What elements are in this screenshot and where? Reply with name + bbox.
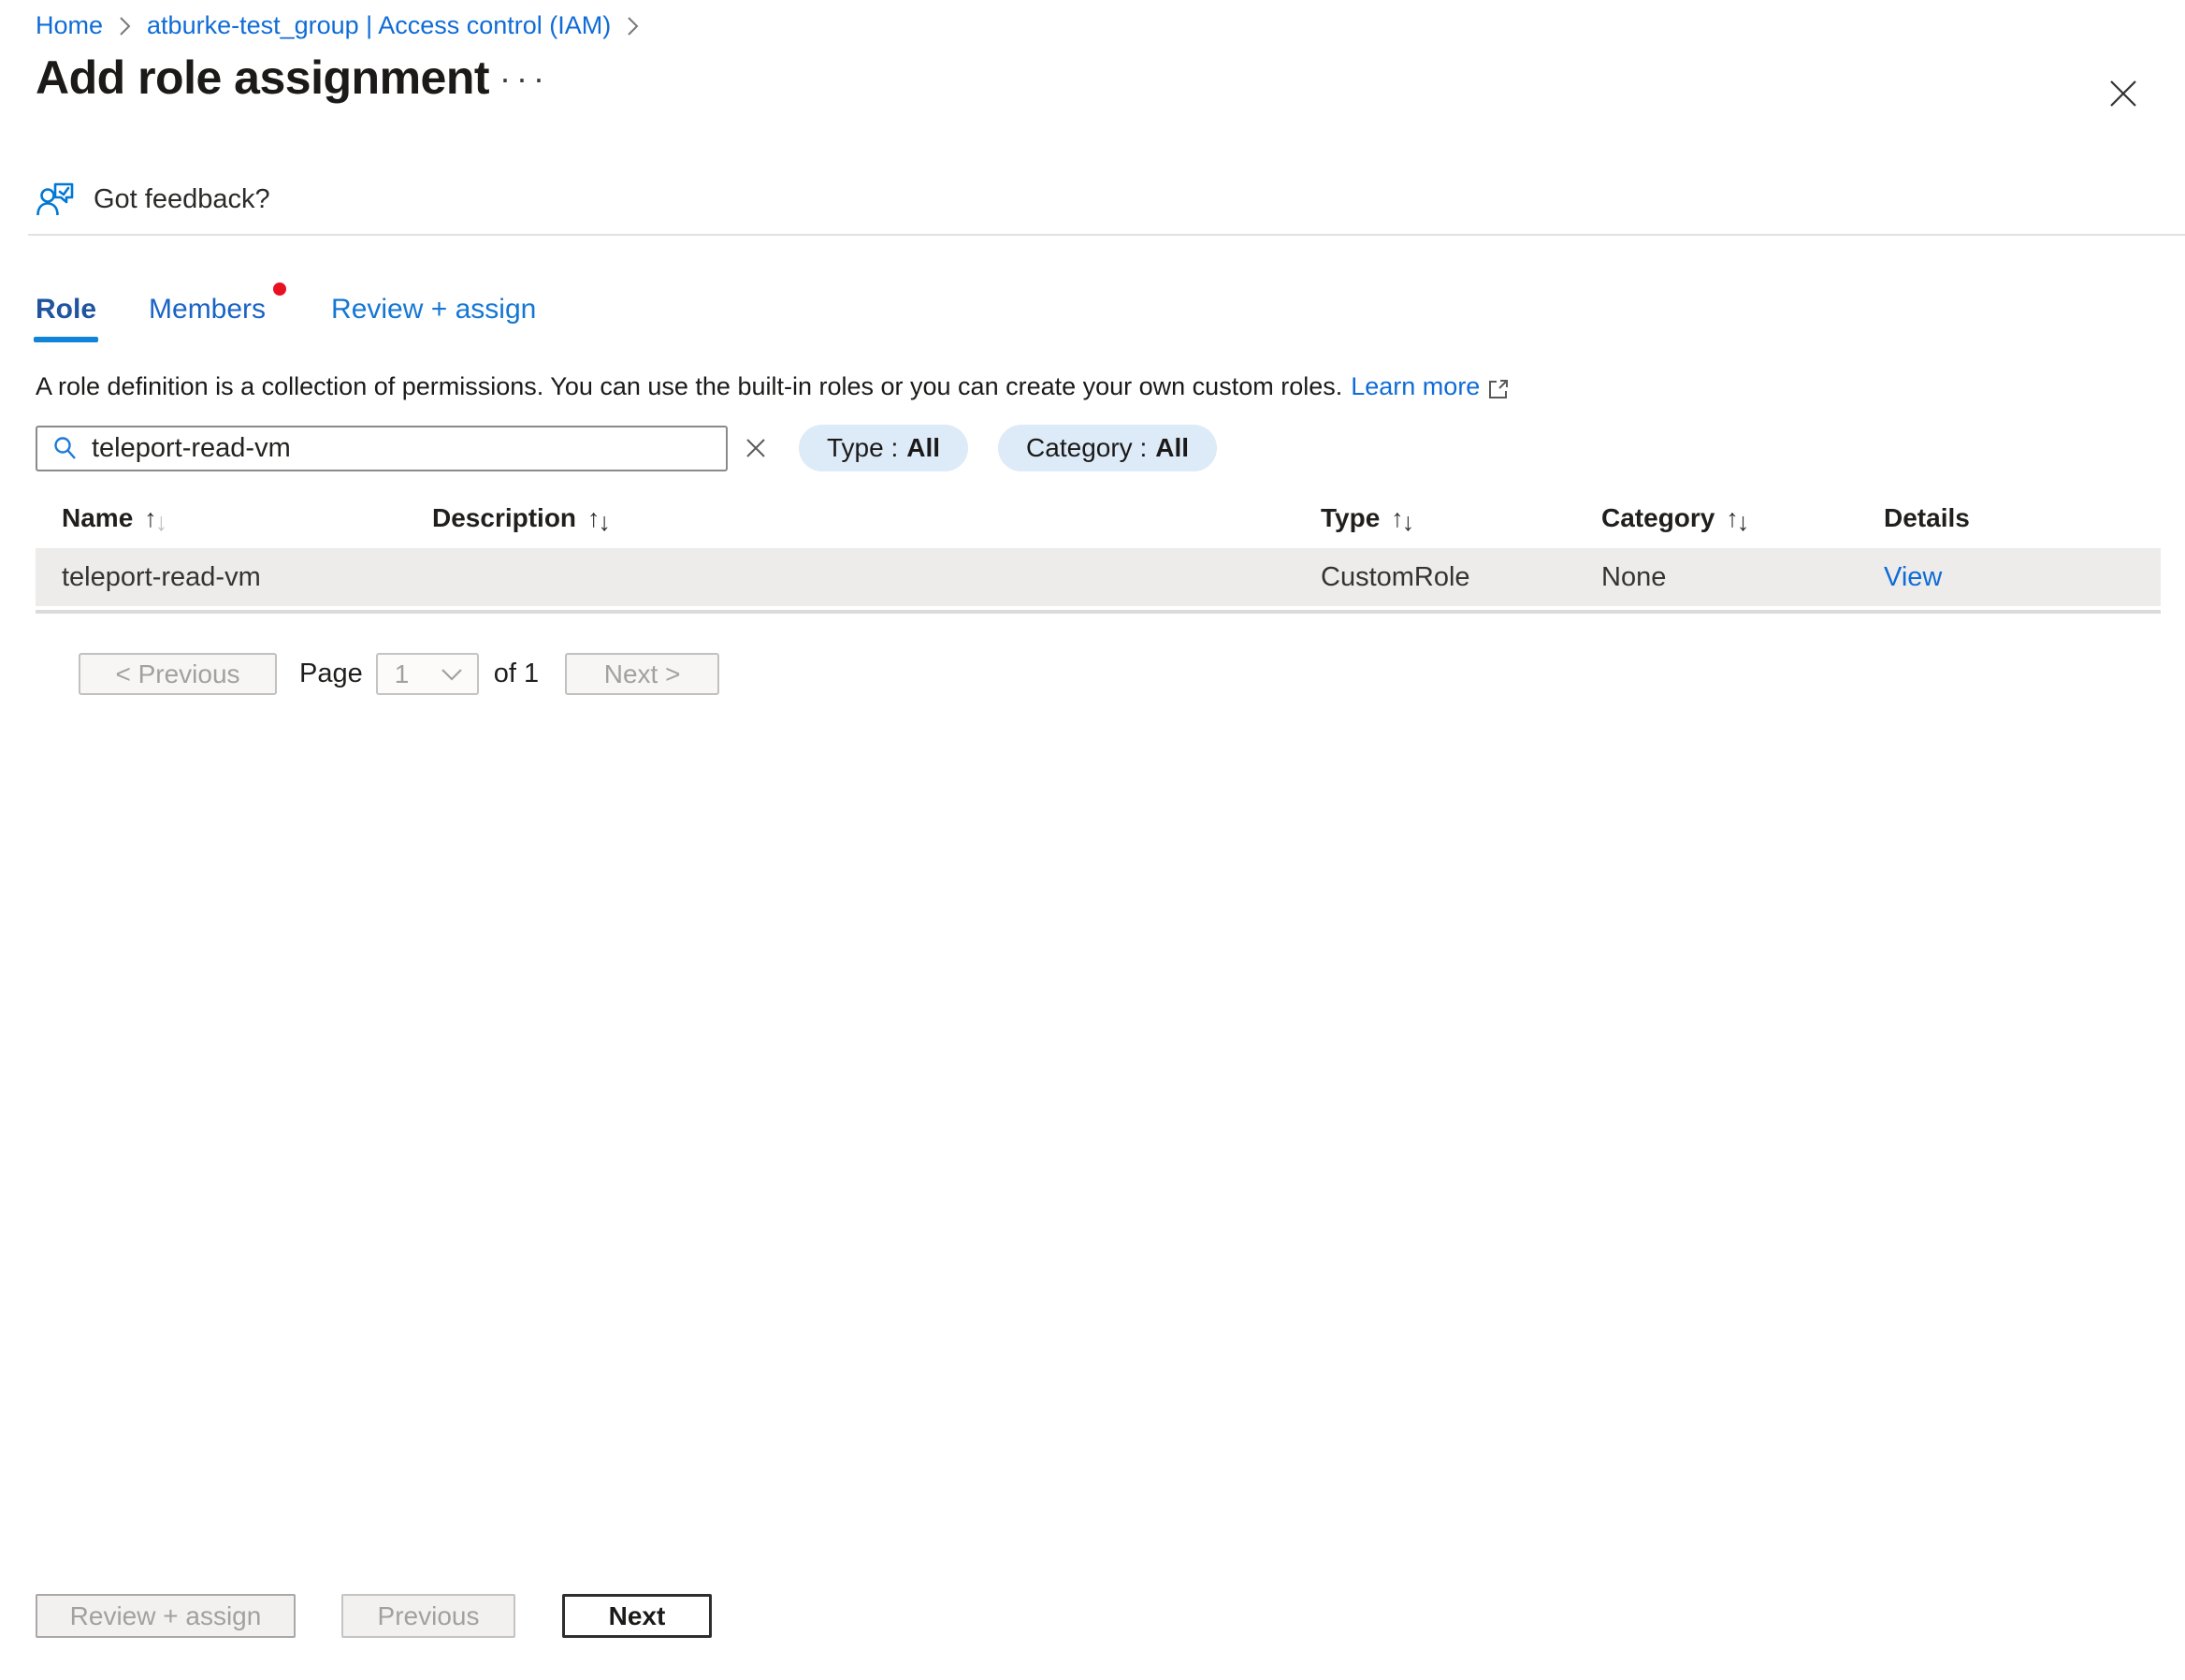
column-header-details: Details [1884, 503, 2161, 533]
breadcrumb: Home atburke-test_group | Access control… [36, 11, 655, 40]
breadcrumb-chevron-icon [626, 14, 640, 38]
view-details-link[interactable]: View [1884, 562, 1942, 592]
cell-category: None [1601, 562, 1884, 593]
page-title: Add role assignment [36, 51, 489, 105]
next-step-button[interactable]: Next [562, 1594, 712, 1638]
feedback-icon [36, 180, 75, 219]
sort-icon: ↑↓ [1391, 504, 1412, 532]
sort-icon: ↑↓ [1726, 504, 1747, 532]
sort-icon: ↑↓ [587, 504, 609, 532]
breadcrumb-chevron-icon [118, 14, 132, 38]
tab-role[interactable]: Role [36, 294, 96, 326]
filter-pill-type[interactable]: Type : All [799, 425, 968, 471]
search-input[interactable] [92, 433, 713, 464]
chevron-down-icon [440, 666, 464, 683]
search-filter-row: Type : All Category : All [36, 425, 1217, 471]
cell-name: teleport-read-vm [36, 562, 432, 593]
clear-search-icon[interactable] [743, 435, 769, 461]
toolbar-divider [28, 234, 2185, 236]
filter-pill-category[interactable]: Category : All [998, 425, 1217, 471]
wizard-tabs: Role Members Review + assign [36, 294, 536, 326]
cell-type: CustomRole [1321, 562, 1601, 593]
role-description-text: A role definition is a collection of per… [36, 372, 1510, 401]
page-label: Page [299, 659, 363, 689]
search-icon [51, 434, 79, 462]
table-row-teleport-read-vm[interactable]: teleport-read-vm CustomRole None View [36, 548, 2161, 606]
learn-more-link[interactable]: Learn more [1351, 372, 1480, 401]
page-number-dropdown[interactable]: 1 [376, 653, 479, 695]
close-icon[interactable] [2103, 73, 2144, 114]
got-feedback-button[interactable]: Got feedback? [36, 180, 270, 219]
sort-icon: ↑↓ [144, 504, 166, 532]
column-header-description[interactable]: Description↑↓ [432, 503, 1321, 533]
column-header-category[interactable]: Category↑↓ [1601, 503, 1884, 533]
column-header-name[interactable]: Name↑↓ [36, 503, 432, 533]
role-search-box[interactable] [36, 426, 728, 471]
page-number-value: 1 [395, 659, 410, 689]
breadcrumb-resource-link[interactable]: atburke-test_group | Access control (IAM… [147, 11, 611, 40]
members-alert-dot [273, 282, 286, 296]
feedback-label: Got feedback? [94, 184, 270, 215]
pagination: < Previous Page 1 of 1 Next > [79, 653, 719, 695]
active-tab-indicator [34, 337, 98, 342]
wizard-footer: Review + assign Previous Next [36, 1594, 712, 1638]
breadcrumb-home-link[interactable]: Home [36, 11, 103, 40]
column-header-type[interactable]: Type↑↓ [1321, 503, 1601, 533]
page-total-label: of 1 [494, 659, 539, 689]
next-page-button[interactable]: Next > [565, 653, 719, 695]
previous-page-button[interactable]: < Previous [79, 653, 277, 695]
roles-table-header: Name↑↓ Description↑↓ Type↑↓ Category↑↓ D… [36, 498, 2161, 539]
previous-step-button[interactable]: Previous [341, 1594, 515, 1638]
review-assign-button[interactable]: Review + assign [36, 1594, 296, 1638]
table-bottom-separator [36, 610, 2161, 614]
tab-review-assign[interactable]: Review + assign [331, 294, 536, 326]
external-link-icon [1487, 378, 1510, 400]
more-menu-icon[interactable]: ··· [499, 62, 550, 95]
tab-members[interactable]: Members [149, 294, 266, 326]
